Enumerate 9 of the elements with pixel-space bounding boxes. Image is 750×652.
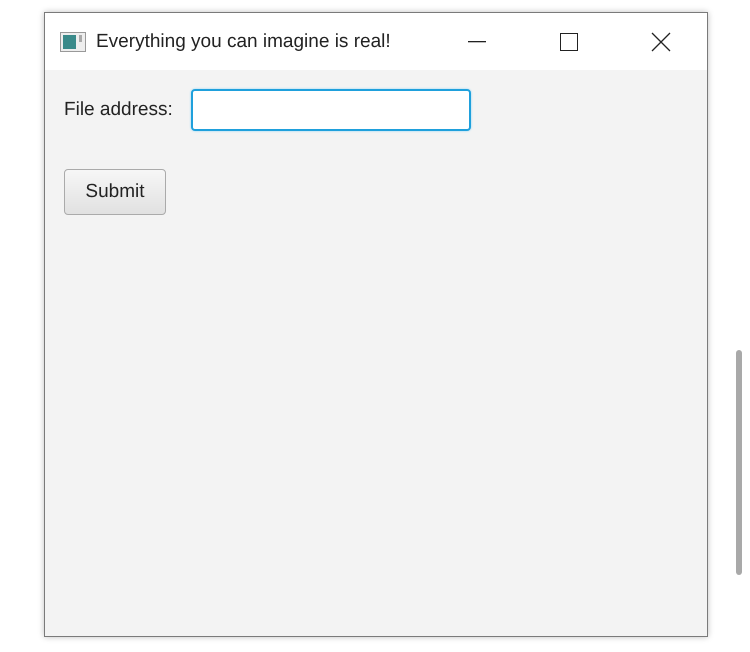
minimize-icon xyxy=(468,40,486,42)
scrollbar-thumb[interactable] xyxy=(736,350,742,575)
maximize-icon xyxy=(560,32,578,50)
submit-button[interactable]: Submit xyxy=(64,169,166,215)
file-address-field[interactable] xyxy=(190,89,471,131)
close-icon xyxy=(651,32,671,52)
window-title: Everything you can imagine is real! xyxy=(96,30,392,52)
app-icon xyxy=(60,32,86,52)
field-label: File address: xyxy=(64,99,173,121)
